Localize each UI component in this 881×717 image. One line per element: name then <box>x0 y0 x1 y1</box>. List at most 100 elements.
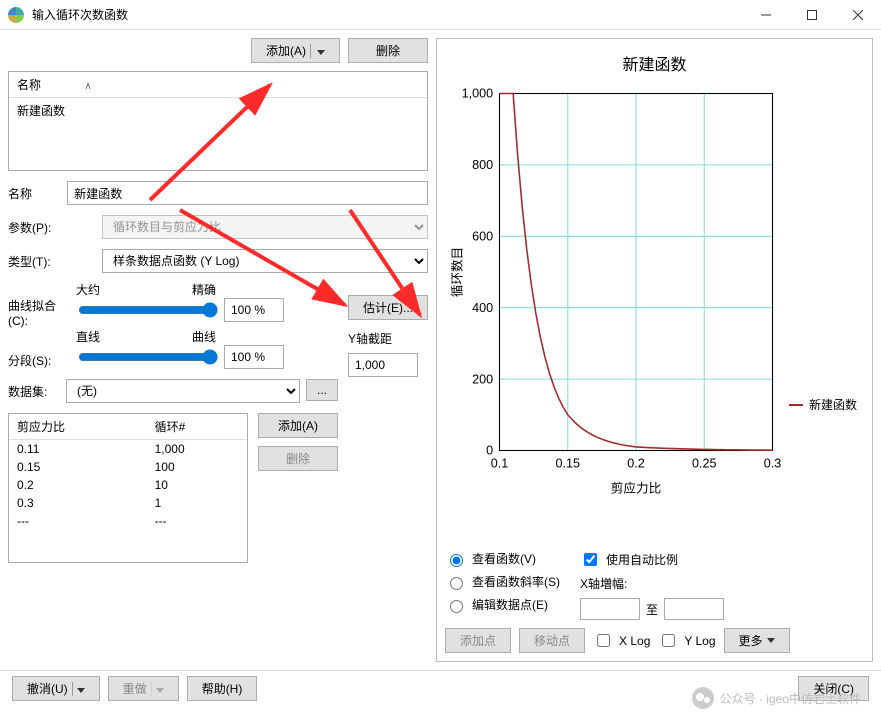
svg-text:0.3: 0.3 <box>764 456 782 470</box>
redo-button: 重做 <box>108 676 179 701</box>
fit-area: 曲线拟合(C): 分段(S): 大约 精确 <box>8 281 428 563</box>
name-input[interactable] <box>67 181 428 205</box>
svg-text:1,000: 1,000 <box>462 87 494 101</box>
seg-label: 分段(S): <box>8 352 68 369</box>
list-header-label: 名称 <box>17 78 41 92</box>
name-label: 名称 <box>8 185 59 202</box>
chart-title: 新建函数 <box>445 51 864 75</box>
legend-label: 新建函数 <box>809 396 857 413</box>
close-button[interactable] <box>835 0 881 30</box>
type-label: 类型(T): <box>8 253 68 270</box>
dataset-row: 数据集: (无) ... <box>8 379 338 403</box>
approx-label: 大约 <box>76 281 100 298</box>
fit-label: 曲线拟合(C): <box>8 297 68 328</box>
view-function-radio[interactable]: 查看函数(V) <box>445 550 560 567</box>
x-max-input[interactable] <box>664 598 724 620</box>
x-min-input[interactable] <box>580 598 640 620</box>
app-icon <box>8 7 24 23</box>
seg-pct-input[interactable] <box>224 345 284 369</box>
chart-panel: 新建函数 0.1 0.15 0.2 0.25 0.3 0 200 400 600 800 1,000… <box>436 38 873 662</box>
col2-header[interactable]: 循环# <box>147 414 247 440</box>
chart-svg: 0.1 0.15 0.2 0.25 0.3 0 200 400 600 800 1,000 剪应力比 循… <box>445 83 785 503</box>
titlebar: 输入循环次数函数 <box>0 0 881 30</box>
window-title: 输入循环次数函数 <box>32 6 743 23</box>
edit-points-radio[interactable]: 编辑数据点(E) <box>445 596 560 613</box>
maximize-button[interactable] <box>789 0 835 30</box>
svg-text:循环数目: 循环数目 <box>451 247 465 297</box>
type-row: 类型(T): 样条数据点函数 (Y Log) <box>8 249 428 273</box>
dataset-browse-button[interactable]: ... <box>306 379 338 401</box>
name-row: 名称 <box>8 181 428 205</box>
table-row: ------ <box>9 512 247 530</box>
undo-button[interactable]: 撤消(U) <box>12 676 100 701</box>
function-list[interactable]: 名称 ∧ 新建函数 <box>8 71 428 171</box>
legend-swatch <box>789 404 803 406</box>
delete-button[interactable]: 删除 <box>348 38 428 63</box>
type-select[interactable]: 样条数据点函数 (Y Log) <box>102 249 428 273</box>
fit-slider-group: 大约 精确 <box>76 281 338 322</box>
add-button[interactable]: 添加(A) <box>251 38 340 63</box>
view-options: 查看函数(V) 查看函数斜率(S) 编辑数据点(E) 使用自动比例 X轴増幅: … <box>445 550 864 620</box>
add-button-label: 添加(A) <box>266 42 306 59</box>
estimate-box: 估计(E)... Y轴截距 <box>348 281 428 563</box>
param-row: 参数(P): 循环数目与剪应力比 <box>8 215 428 239</box>
chevron-down-icon[interactable] <box>310 44 325 58</box>
svg-text:400: 400 <box>472 301 493 315</box>
top-buttons: 添加(A) 删除 <box>8 38 428 63</box>
svg-text:0.2: 0.2 <box>627 456 645 470</box>
chart-area: 0.1 0.15 0.2 0.25 0.3 0 200 400 600 800 1,000 剪应力比 循… <box>445 83 864 546</box>
y-intercept-label: Y轴截距 <box>348 330 428 347</box>
to-label: 至 <box>646 601 658 618</box>
chart-buttons: 添加点 移动点 X Log Y Log 更多 <box>445 628 864 653</box>
chevron-down-icon <box>151 682 164 696</box>
chart-legend: 新建函数 <box>789 263 857 546</box>
sort-indicator-icon: ∧ <box>84 81 91 92</box>
param-select: 循环数目与剪应力比 <box>102 215 428 239</box>
svg-text:0.25: 0.25 <box>692 456 717 470</box>
xlog-check[interactable]: X Log <box>593 631 650 650</box>
y-intercept-input[interactable] <box>348 353 418 377</box>
dataset-label: 数据集: <box>8 383 58 400</box>
delete-button-label: 删除 <box>376 42 400 59</box>
curve-label: 曲线 <box>192 328 216 345</box>
window-controls <box>743 0 881 30</box>
svg-text:600: 600 <box>472 230 493 244</box>
table-row: 0.15100 <box>9 458 247 476</box>
param-label: 参数(P): <box>8 219 68 236</box>
table-row: 0.210 <box>9 476 247 494</box>
svg-text:0: 0 <box>486 444 493 458</box>
move-point-button: 移动点 <box>519 628 585 653</box>
fit-pct-input[interactable] <box>224 298 284 322</box>
svg-text:0.15: 0.15 <box>555 456 580 470</box>
seg-slider-group: 直线 曲线 <box>76 328 338 369</box>
table-delete-button: 删除 <box>258 446 338 471</box>
table-row: 0.31 <box>9 494 247 512</box>
help-button[interactable]: 帮助(H) <box>187 676 258 701</box>
table-add-button[interactable]: 添加(A) <box>258 413 338 438</box>
list-item[interactable]: 新建函数 <box>9 98 427 123</box>
seg-slider[interactable] <box>78 349 218 365</box>
ylog-check[interactable]: Y Log <box>658 631 715 650</box>
data-table[interactable]: 剪应力比 循环# 0.111,000 0.15100 0.210 0.31 --… <box>8 413 248 563</box>
more-button[interactable]: 更多 <box>724 628 790 653</box>
add-point-button: 添加点 <box>445 628 511 653</box>
line-label: 直线 <box>76 328 100 345</box>
view-slope-radio[interactable]: 查看函数斜率(S) <box>445 573 560 590</box>
col1-header[interactable]: 剪应力比 <box>9 414 147 440</box>
chevron-down-icon[interactable] <box>72 682 85 696</box>
svg-text:剪应力比: 剪应力比 <box>611 480 661 495</box>
exact-label: 精确 <box>192 281 216 298</box>
footer: 撤消(U) 重做 帮助(H) 关闭(C) <box>0 670 881 706</box>
dataset-select[interactable]: (无) <box>66 379 300 403</box>
left-panel: 添加(A) 删除 名称 ∧ 新建函数 名称 参数(P): 循环数目与剪应力比 <box>8 38 428 662</box>
minimize-button[interactable] <box>743 0 789 30</box>
svg-text:800: 800 <box>472 158 493 172</box>
list-header[interactable]: 名称 ∧ <box>9 72 427 98</box>
estimate-button[interactable]: 估计(E)... <box>348 295 428 320</box>
svg-text:0.1: 0.1 <box>491 456 509 470</box>
svg-text:200: 200 <box>472 372 493 386</box>
auto-scale-check[interactable]: 使用自动比例 <box>580 550 724 569</box>
fit-slider[interactable] <box>78 302 218 318</box>
content-area: 添加(A) 删除 名称 ∧ 新建函数 名称 参数(P): 循环数目与剪应力比 <box>0 30 881 670</box>
close-footer-button[interactable]: 关闭(C) <box>798 676 869 701</box>
